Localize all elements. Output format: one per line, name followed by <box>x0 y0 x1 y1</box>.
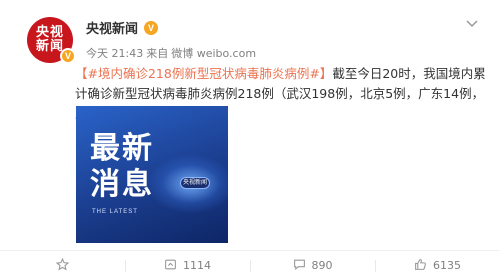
like-count: 6135 <box>433 259 461 272</box>
vip-icon: V <box>144 20 159 35</box>
post-time[interactable]: 今天 21:43 <box>86 45 143 61</box>
image-headline-line-2: 消息 <box>90 167 154 202</box>
like-button[interactable]: 6135 <box>375 251 500 280</box>
avatar-text-line-1: 央视 <box>35 25 64 40</box>
favorite-button[interactable] <box>0 251 125 280</box>
thumb-up-svg <box>415 259 426 270</box>
weibo-post-card: 央视 新闻 V 央视新闻 V 今天 21:43 来自 微博 weibo.com … <box>0 0 500 280</box>
account-header: 央视新闻 V <box>86 18 159 37</box>
repost-button[interactable]: 1114 <box>125 251 250 280</box>
comment-icon <box>293 258 306 273</box>
image-headline-line-1: 最新 <box>90 131 154 166</box>
repost-count: 1114 <box>183 259 211 272</box>
star-svg <box>55 257 70 271</box>
repost-svg <box>165 259 176 270</box>
comment-count: 890 <box>311 259 333 272</box>
chevron-down-svg <box>466 20 478 28</box>
post-source: 微博 weibo.com <box>171 47 257 60</box>
comment-svg <box>293 259 305 270</box>
image-subtitle: THE LATEST <box>92 209 138 215</box>
star-icon <box>55 257 70 273</box>
image-logo-badge: 央视新闻 <box>180 177 210 189</box>
verified-icon: V <box>60 48 76 64</box>
avatar[interactable]: 央视 新闻 V <box>27 17 76 64</box>
account-name[interactable]: 央视新闻 <box>86 18 138 37</box>
post-image[interactable]: 最新 消息 央视新闻 THE LATEST <box>76 106 228 243</box>
thumb-up-icon <box>414 258 427 273</box>
repost-icon <box>164 258 177 273</box>
action-bar: 1114 890 6135 <box>0 250 500 280</box>
hashtag-link[interactable]: 【#境内确诊218例新型冠状病毒肺炎病例#】 <box>75 66 332 81</box>
chevron-down-icon[interactable] <box>464 16 480 32</box>
post-via: 来自 <box>146 47 169 60</box>
post-meta: 今天 21:43 来自 微博 weibo.com <box>86 45 256 61</box>
comment-button[interactable]: 890 <box>250 251 375 280</box>
